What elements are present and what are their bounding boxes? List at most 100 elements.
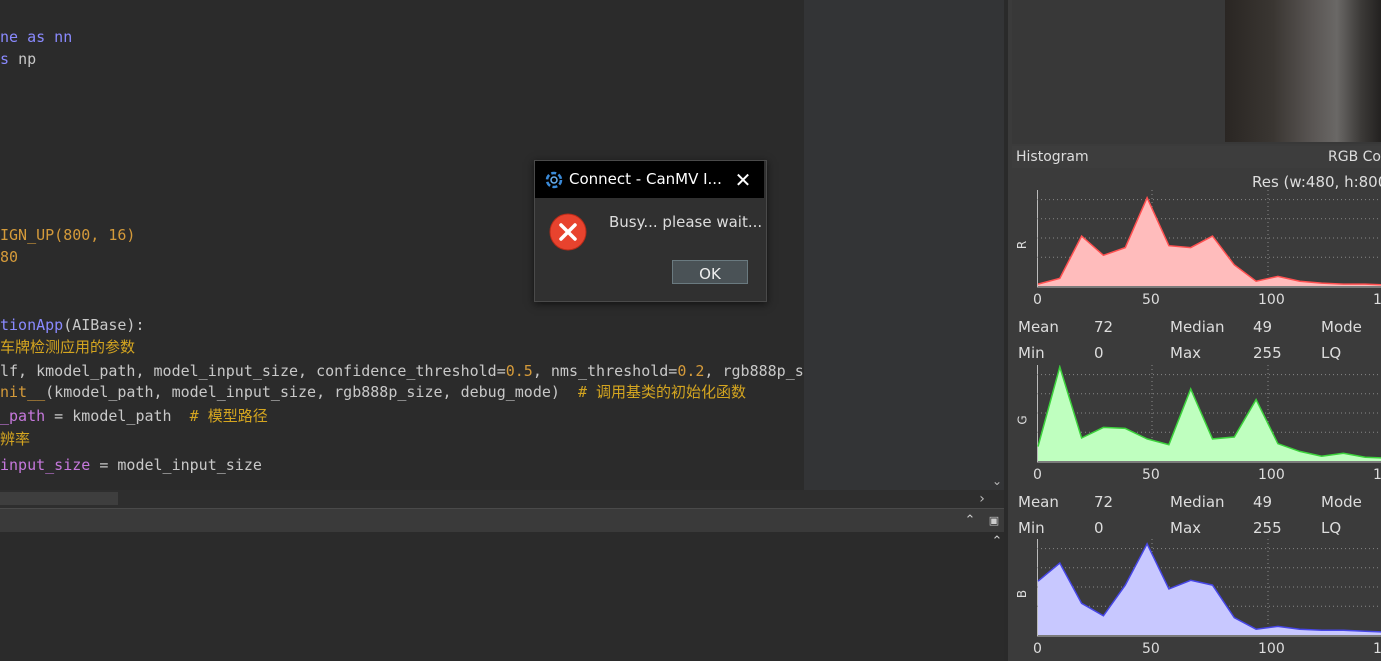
code-token: (AIBase): <box>63 316 145 334</box>
code-token: s <box>0 50 19 68</box>
scroll-down-arrow-icon[interactable]: ⌄ <box>990 474 1004 488</box>
x-tick-label: 0 <box>1033 292 1042 308</box>
max-label: Max <box>1170 519 1202 537</box>
code-token: tionApp <box>0 316 64 334</box>
code-token: 0.2 <box>677 362 705 380</box>
color-space-select[interactable]: RGB Col <box>1328 146 1381 168</box>
code-token: # 调用基类的初始化函数 <box>577 383 747 401</box>
max-value: 255 <box>1253 344 1282 362</box>
code-token: _path <box>0 407 46 425</box>
code-line[interactable]: ne as nn <box>0 26 72 48</box>
channel-label: B <box>1015 589 1030 599</box>
x-tick-label: 15 <box>1373 641 1381 657</box>
ok-button[interactable]: OK <box>672 260 748 284</box>
code-token: = model_input_size <box>90 456 262 474</box>
connect-dialog: Connect - CanMV I... ✕ Busy... please wa… <box>534 160 767 302</box>
median-value: 49 <box>1253 318 1273 336</box>
histogram-plot <box>1037 365 1381 463</box>
panel-restore-icon[interactable]: ▣ <box>986 513 1002 529</box>
min-label: Min <box>1018 344 1045 362</box>
code-line[interactable]: lf, kmodel_path, model_input_size, confi… <box>0 360 804 382</box>
code-line[interactable]: nit__(kmodel_path, model_input_size, rgb… <box>0 381 746 403</box>
dialog-title: Connect - CanMV I... <box>569 170 722 188</box>
histogram-body: Res (w:480, h:800) R 0 50 100 15 Mean 72 Median… <box>1012 168 1381 661</box>
min-label: Min <box>1018 519 1045 537</box>
max-value: 255 <box>1253 519 1282 537</box>
code-token: lf, kmodel_path, model_input_size, confi… <box>0 362 506 380</box>
serial-terminal[interactable]: ⌃ <box>0 532 1004 661</box>
channel-label: G <box>1015 415 1030 425</box>
lq-label: LQ <box>1321 344 1342 362</box>
median-label: Median <box>1170 493 1225 511</box>
close-icon[interactable]: ✕ <box>732 169 754 191</box>
code-line[interactable]: input_size = model_input_size <box>0 454 262 476</box>
camera-frame-image <box>1225 0 1381 142</box>
histogram-header: Histogram RGB Col <box>1012 146 1381 168</box>
median-label: Median <box>1170 318 1225 336</box>
code-token: 辨率 <box>0 430 31 448</box>
frame-buffer-viewer[interactable] <box>1012 0 1381 144</box>
x-tick-label: 100 <box>1258 467 1285 483</box>
x-tick-label: 0 <box>1033 641 1042 657</box>
horizontal-scrollbar[interactable]: › <box>0 490 1004 508</box>
channel-label: R <box>1015 240 1030 250</box>
terminal-scroll-up-icon[interactable]: ⌃ <box>990 534 1004 550</box>
dialog-message: Busy... please wait... <box>609 213 763 231</box>
code-token: # 模型路径 <box>189 407 268 425</box>
code-line[interactable]: IGN_UP(800, 16) <box>0 224 135 246</box>
code-token: nit__ <box>0 383 46 401</box>
scroll-right-arrow-icon[interactable]: › <box>975 490 989 508</box>
min-value: 0 <box>1094 344 1104 362</box>
mean-label: Mean <box>1018 493 1059 511</box>
x-tick-label: 0 <box>1033 467 1042 483</box>
terminal-panel-header: ⌃ ▣ <box>0 508 1004 533</box>
code-token: = kmodel_path <box>45 407 190 425</box>
code-line[interactable]: 车牌检测应用的参数 <box>0 336 135 358</box>
code-token: , nms_threshold= <box>532 362 678 380</box>
dialog-title-bar: Connect - CanMV I... ✕ <box>535 161 764 198</box>
x-tick-label: 100 <box>1258 292 1285 308</box>
mean-value: 72 <box>1094 493 1114 511</box>
code-token: 80 <box>0 248 19 266</box>
histogram-area <box>1038 366 1381 461</box>
min-value: 0 <box>1094 519 1104 537</box>
median-value: 49 <box>1253 493 1273 511</box>
mode-label: Mode <box>1321 318 1362 336</box>
code-token: (kmodel_path, model_input_size, rgb888p_… <box>45 383 578 401</box>
code-line[interactable]: 80 <box>0 246 18 268</box>
x-tick-label: 50 <box>1142 641 1160 657</box>
histogram-plot <box>1037 190 1381 288</box>
code-token: IGN_UP(800, 16) <box>0 226 136 244</box>
error-icon <box>549 213 587 251</box>
horizontal-scrollbar-thumb[interactable] <box>0 492 118 505</box>
code-line[interactable]: tionApp(AIBase): <box>0 314 145 336</box>
mode-label: Mode <box>1321 493 1362 511</box>
code-token: 车牌检测应用的参数 <box>0 338 136 356</box>
code-token: 0.5 <box>505 362 533 380</box>
resolution-label: Res (w:480, h:800) <box>1252 173 1381 191</box>
histogram-area <box>1038 197 1381 286</box>
panel-collapse-icon[interactable]: ⌃ <box>962 513 978 529</box>
lq-label: LQ <box>1321 519 1342 537</box>
x-tick-label: 15 <box>1373 467 1381 483</box>
code-line[interactable]: _path = kmodel_path # 模型路径 <box>0 405 268 427</box>
canmv-logo-icon <box>545 171 563 189</box>
x-tick-label: 100 <box>1258 641 1285 657</box>
max-label: Max <box>1170 344 1202 362</box>
editor-right-margin <box>804 0 1004 490</box>
x-tick-label: 15 <box>1373 292 1381 308</box>
mean-label: Mean <box>1018 318 1059 336</box>
mean-value: 72 <box>1094 318 1114 336</box>
histogram-plot <box>1037 539 1381 637</box>
x-tick-label: 50 <box>1142 292 1160 308</box>
code-token: , rgb888p_size=[224,22 <box>704 362 804 380</box>
code-token: ne as nn <box>0 28 73 46</box>
code-token: input_size <box>0 456 91 474</box>
code-token: np <box>18 50 37 68</box>
histogram-title: Histogram <box>1016 149 1089 165</box>
code-line[interactable]: s np <box>0 48 36 70</box>
histogram-area <box>1038 543 1381 635</box>
frame-buffer-panel: Histogram RGB Col Res (w:480, h:800) R 0 5… <box>1004 0 1381 661</box>
code-line[interactable]: 辨率 <box>0 428 30 450</box>
x-tick-label: 50 <box>1142 467 1160 483</box>
